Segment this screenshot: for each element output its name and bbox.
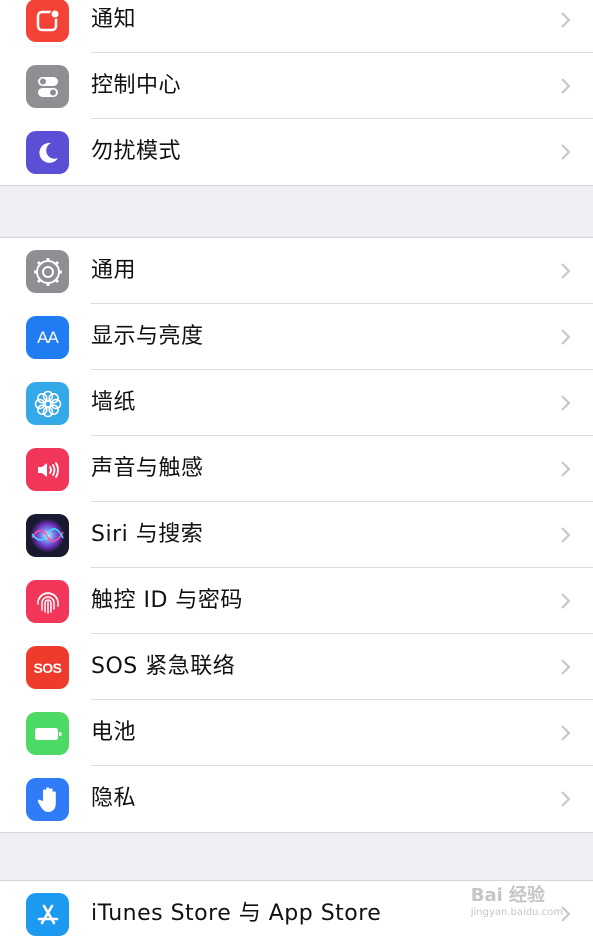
- chevron-right-icon: [561, 263, 571, 279]
- watermark-url: jingyan.baidu.com: [470, 907, 563, 918]
- settings-group-1: 通知 控制中心 勿扰模式: [0, 0, 593, 186]
- settings-row-do-not-disturb[interactable]: 勿扰模式: [0, 119, 593, 185]
- control-center-icon: [26, 65, 69, 108]
- settings-row-battery[interactable]: 电池: [0, 700, 593, 766]
- hand-icon: [26, 778, 69, 821]
- chevron-right-icon: [561, 593, 571, 609]
- moon-icon: [26, 131, 69, 174]
- settings-row-display-brightness[interactable]: AA 显示与亮度: [0, 304, 593, 370]
- display-icon-text: AA: [37, 327, 59, 347]
- settings-row-label: 勿扰模式: [91, 139, 182, 164]
- settings-row-label: 电池: [91, 720, 137, 745]
- chevron-right-icon: [561, 659, 571, 675]
- settings-row-wallpaper[interactable]: 墙纸: [0, 370, 593, 436]
- settings-row-label: iTunes Store 与 App Store: [91, 901, 382, 926]
- settings-row-label: 控制中心: [91, 73, 182, 98]
- chevron-right-icon: [561, 527, 571, 543]
- settings-row-notifications[interactable]: 通知: [0, 0, 593, 53]
- battery-icon: [26, 712, 69, 755]
- settings-row-privacy[interactable]: 隐私: [0, 766, 593, 832]
- settings-row-label: 隐私: [91, 786, 137, 811]
- wallpaper-flower-icon: [26, 382, 69, 425]
- watermark-brand: Bai 经验: [470, 885, 546, 906]
- chevron-right-icon: [561, 791, 571, 807]
- settings-row-label: 显示与亮度: [91, 324, 204, 349]
- settings-row-siri-search[interactable]: Siri 与搜索: [0, 502, 593, 568]
- chevron-right-icon: [561, 78, 571, 94]
- settings-row-label: 触控 ID 与密码: [91, 588, 243, 613]
- notifications-icon: [26, 0, 69, 42]
- sos-icon-text: SOS: [33, 659, 62, 676]
- speaker-icon: [26, 448, 69, 491]
- settings-row-emergency-sos[interactable]: SOS SOS 紧急联络: [0, 634, 593, 700]
- settings-row-sounds-haptics[interactable]: 声音与触感: [0, 436, 593, 502]
- settings-row-control-center[interactable]: 控制中心: [0, 53, 593, 119]
- settings-row-touch-id-passcode[interactable]: 触控 ID 与密码: [0, 568, 593, 634]
- settings-row-label: 墙纸: [91, 390, 137, 415]
- chevron-right-icon: [561, 329, 571, 345]
- chevron-right-icon: [561, 12, 571, 28]
- settings-group-2: 通用 AA 显示与亮度 墙纸 声音与触感 Siri 与搜索 触控 ID 与密码 …: [0, 237, 593, 833]
- fingerprint-icon: [26, 580, 69, 623]
- chevron-right-icon: [561, 725, 571, 741]
- sos-icon: SOS: [26, 646, 69, 689]
- settings-row-label: 通知: [91, 7, 137, 32]
- settings-row-label: 通用: [91, 258, 137, 283]
- baidu-jingyan-watermark: Bai 经验 jingyan.baidu.com: [471, 881, 563, 918]
- chevron-right-icon: [561, 395, 571, 411]
- settings-row-label: 声音与触感: [91, 456, 204, 481]
- settings-row-label: SOS 紧急联络: [91, 654, 236, 679]
- chevron-right-icon: [561, 144, 571, 160]
- chevron-right-icon: [561, 461, 571, 477]
- display-brightness-icon: AA: [26, 316, 69, 359]
- settings-row-general[interactable]: 通用: [0, 238, 593, 304]
- settings-row-label: Siri 与搜索: [91, 522, 204, 547]
- siri-icon: [26, 514, 69, 557]
- gear-icon: [26, 250, 69, 293]
